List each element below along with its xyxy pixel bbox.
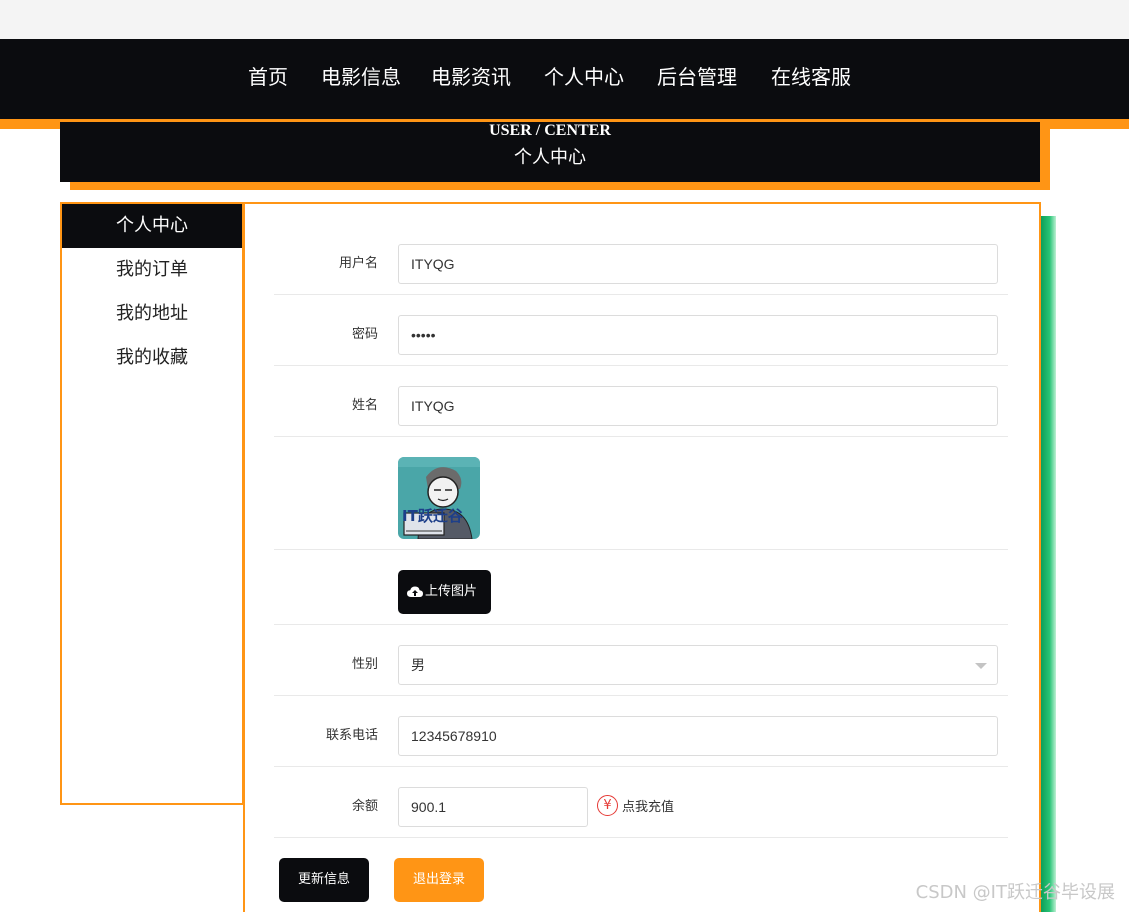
recharge-link[interactable]: 点我充值 xyxy=(622,798,674,818)
gender-label: 性别 xyxy=(351,657,378,672)
sidebar-item-user-center[interactable]: 个人中心 xyxy=(62,204,242,248)
phone-input[interactable]: 12345678910 xyxy=(398,716,998,756)
password-input[interactable]: ••••• xyxy=(398,315,998,355)
upload-image-button[interactable]: 上传图片 xyxy=(398,570,491,614)
phone-label: 联系电话 xyxy=(325,728,378,743)
nav-item-online-service[interactable]: 在线客服 xyxy=(771,64,851,90)
row-divider xyxy=(274,294,1008,295)
nav-item-movie-news[interactable]: 电影资讯 xyxy=(431,64,511,90)
username-input[interactable]: ITYQG xyxy=(398,244,998,284)
nav-item-admin[interactable]: 后台管理 xyxy=(657,64,737,90)
green-edge-decoration xyxy=(1040,216,1056,912)
row-divider xyxy=(274,766,1008,767)
avatar-lettering: IT跃迁谷 xyxy=(402,507,464,525)
row-divider xyxy=(274,365,1008,366)
nav-links: 首页 电影信息 电影资讯 个人中心 后台管理 在线客服 xyxy=(0,64,1129,90)
name-label: 姓名 xyxy=(351,398,378,413)
row-divider xyxy=(274,695,1008,696)
sidebar: 个人中心 我的订单 我的地址 我的收藏 xyxy=(60,202,244,805)
top-strip xyxy=(0,0,1129,39)
sidebar-item-orders[interactable]: 我的订单 xyxy=(62,248,242,292)
username-label: 用户名 xyxy=(338,256,378,271)
sidebar-item-favorites[interactable]: 我的收藏 xyxy=(62,336,242,380)
row-divider xyxy=(274,436,1008,437)
page-banner: USER / CENTER 个人中心 xyxy=(60,122,1040,182)
row-divider xyxy=(274,837,1008,838)
avatar-image: IT跃迁谷 xyxy=(398,457,480,539)
nav-item-movie-info[interactable]: 电影信息 xyxy=(321,64,401,90)
banner-title-en: USER / CENTER xyxy=(489,122,611,139)
nav-item-home[interactable]: 首页 xyxy=(248,64,288,90)
nav-item-user-center[interactable]: 个人中心 xyxy=(544,64,624,90)
row-divider xyxy=(274,624,1008,625)
chevron-down-icon xyxy=(975,663,987,669)
balance-label: 余额 xyxy=(351,799,378,814)
yen-icon[interactable]: ¥ xyxy=(597,795,618,816)
avatar[interactable]: IT跃迁谷 xyxy=(398,457,480,539)
row-divider xyxy=(274,549,1008,550)
balance-input[interactable]: 900.1 xyxy=(398,787,588,827)
name-input[interactable]: ITYQG xyxy=(398,386,998,426)
sidebar-item-address[interactable]: 我的地址 xyxy=(62,292,242,336)
cloud-upload-icon xyxy=(407,586,423,597)
upload-image-label: 上传图片 xyxy=(425,584,478,599)
watermark: CSDN @IT跃迁谷毕设展 xyxy=(915,882,1115,903)
update-info-button[interactable]: 更新信息 xyxy=(279,858,369,902)
page: 首页 电影信息 电影资讯 个人中心 后台管理 在线客服 USER / CENTE… xyxy=(0,0,1129,912)
gender-select[interactable]: 男 xyxy=(398,645,998,685)
gender-selected-value: 男 xyxy=(411,657,425,673)
password-label: 密码 xyxy=(351,327,378,342)
page-title: 个人中心 xyxy=(514,147,586,168)
logout-button[interactable]: 退出登录 xyxy=(394,858,484,902)
